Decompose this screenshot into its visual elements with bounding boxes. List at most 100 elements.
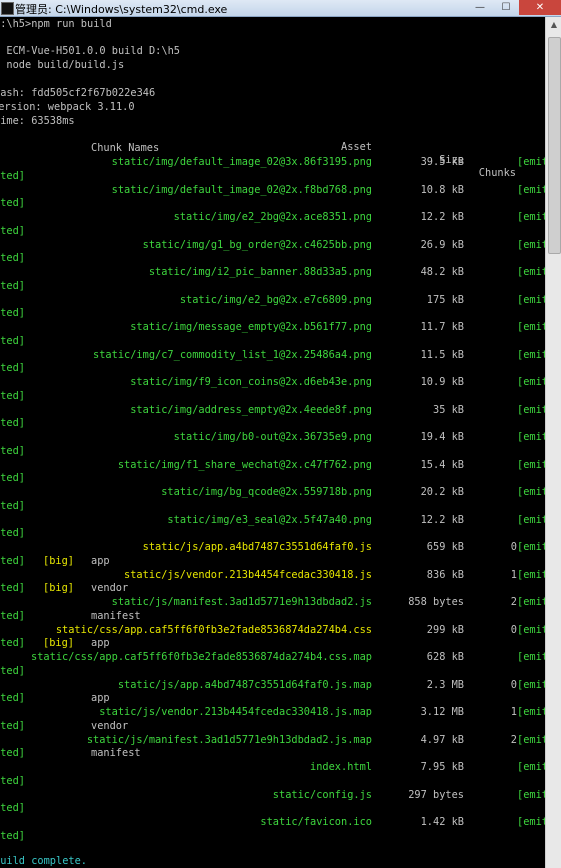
asset-name: static/img/default_image_02@3x.86f3195.p… [111, 156, 372, 168]
emitted-label: [emitted] [517, 211, 545, 223]
asset-size: 11.5 kB [420, 348, 464, 361]
big-flag: [big] [43, 582, 74, 594]
asset-row: static/js/app.a4bd7487c3551d64faf0.js.ma… [0, 679, 545, 692]
header-asset: Asset [341, 141, 372, 153]
emitted-label: [emitted] [517, 321, 545, 333]
asset-name: static/js/vendor.213b4454fcedac330418.js… [99, 706, 372, 718]
chunk-name: vendor [91, 719, 129, 732]
asset-size: 10.8 kB [420, 183, 464, 196]
console-output[interactable]: D:\h5>npm run build > ECM-Vue-H501.0.0 b… [0, 17, 545, 868]
asset-size: 10.9 kB [420, 376, 464, 388]
emitted-tail: tted] [0, 637, 25, 649]
asset-name: static/img/bg_qcode@2x.559718b.png [161, 486, 372, 498]
emitted-tail: tted] [0, 279, 25, 292]
asset-row-continuation: tted] [big] app [0, 637, 545, 650]
table-header: Asset Size Chunks [0, 128, 545, 179]
asset-name: static/img/b0-out@2x.36735e9.png [173, 431, 372, 443]
chunk-name: app [91, 692, 110, 704]
asset-row: static/img/bg_qcode@2x.559718b.png 20.2 k… [0, 486, 545, 499]
asset-size: 2.3 MB [426, 678, 464, 691]
asset-row: static/css/app.caf5ff6f0fb3e2fade8536874… [0, 624, 545, 637]
asset-row-continuation: tted] [0, 472, 545, 485]
asset-size: 11.7 kB [420, 321, 464, 333]
asset-row: static/js/manifest.3ad1d5771e9h13dbdad2.… [0, 734, 545, 747]
asset-size: 1.42 kB [420, 816, 464, 828]
emitted-tail: tted] [0, 334, 25, 347]
emitted-tail: tted] [0, 444, 25, 457]
emitted-label: [emitted] [517, 541, 545, 553]
emitted-tail: tted] [0, 224, 25, 237]
emitted-label: [emitted] [517, 266, 545, 278]
emitted-tail: tted] [0, 417, 25, 429]
asset-row-continuation: tted] [0, 362, 545, 375]
asset-name: static/img/address_empty@2x.4eede8f.png [130, 403, 372, 416]
close-button[interactable]: ✕ [519, 0, 561, 15]
scrollbar-thumb[interactable] [548, 37, 561, 254]
script-line: > ECM-Vue-H501.0.0 build D:\h5 [0, 45, 180, 57]
asset-row-continuation: tted] vendor [0, 720, 545, 733]
asset-row-continuation: tted] [0, 252, 545, 265]
asset-size: 3.12 MB [420, 706, 464, 718]
emitted-label: [emitted] [517, 568, 545, 581]
asset-row: static/img/e2_bg@2x.e7c6809.png 175 kB [em… [0, 294, 545, 307]
asset-size: 35 kB [433, 403, 464, 416]
emitted-tail: tted] [0, 609, 25, 622]
asset-row: static/js/manifest.3ad1d5771e9h13dbdad2.… [0, 596, 545, 609]
asset-row: static/img/e3_seal@2x.5f47a40.png 12.2 kB… [0, 514, 545, 527]
asset-name: static/img/e3_seal@2x.5f47a40.png [167, 513, 372, 526]
emitted-tail: tted] [0, 554, 25, 567]
scroll-up-arrow-icon[interactable]: ▲ [546, 17, 561, 33]
big-flag: [big] [43, 637, 74, 649]
asset-row: static/img/e2_2bg@2x.ace8351.png 12.2 kB [… [0, 211, 545, 224]
asset-row-continuation: tted] [0, 197, 545, 210]
emitted-label: [emitted] [517, 183, 545, 196]
emitted-label: [emitted] [517, 376, 545, 388]
webpack-version: Version: webpack 3.11.0 [0, 101, 135, 113]
asset-name: static/img/c7_commodity_list_1@2x.25486a… [93, 348, 372, 361]
asset-size: 858 bytes [408, 596, 464, 608]
emitted-label: [emitted] [517, 431, 545, 443]
command-line: D:\h5>npm run build [0, 18, 112, 30]
asset-size: 48.2 kB [420, 266, 464, 278]
asset-row: static/config.js 297 bytes [emitted] [0, 789, 545, 802]
emitted-tail: tted] [0, 582, 25, 594]
asset-row-continuation: tted] [0, 307, 545, 320]
minimize-button[interactable]: — [467, 0, 493, 15]
emitted-tail: tted] [0, 719, 25, 732]
asset-size: 7.95 kB [420, 761, 464, 773]
asset-row-continuation: tted] [0, 527, 545, 540]
asset-size: 20.2 kB [420, 486, 464, 498]
emitted-tail: tted] [0, 499, 25, 512]
asset-size: 15.4 kB [420, 458, 464, 471]
asset-row: static/img/default_image_02@2x.f8bd768.p… [0, 184, 545, 197]
emitted-tail: tted] [0, 774, 25, 787]
emitted-label: [emitted] [517, 403, 545, 416]
cmd-app-icon [1, 2, 14, 15]
asset-row: static/img/c7_commodity_list_1@2x.25486a… [0, 349, 545, 362]
emitted-label: [emitted] [517, 596, 545, 608]
script-line: > node build/build.js [0, 59, 125, 71]
maximize-button[interactable]: ☐ [493, 0, 519, 15]
emitted-label: [emitted] [517, 458, 545, 471]
asset-size: 659 kB [426, 541, 464, 553]
emitted-label: [emitted] [517, 293, 545, 306]
asset-row-continuation: tted] [0, 417, 545, 430]
emitted-label: [emitted] [517, 513, 545, 526]
asset-row: index.html 7.95 kB [emitted] [0, 761, 545, 774]
asset-size: 628 kB [426, 651, 464, 663]
emitted-label: [emitted] [517, 623, 545, 636]
window-titlebar[interactable]: 管理员: C:\Windows\system32\cmd.exe — ☐ ✕ [0, 0, 561, 17]
asset-name: static/config.js [272, 788, 372, 801]
asset-name: static/img/g1_bg_order@2x.c4625bb.png [142, 238, 372, 251]
asset-row: static/img/default_image_02@3x.86f3195.p… [0, 156, 545, 169]
asset-row: static/js/app.a4bd7487c3551d64faf0.js 659… [0, 541, 545, 554]
asset-name: static/js/app.a4bd7487c3551d64faf0.js [142, 541, 372, 553]
emitted-label: [emitted] [517, 706, 545, 718]
emitted-tail: tted] [0, 692, 25, 704]
chunk-name: app [91, 554, 110, 567]
asset-row: static/img/g1_bg_order@2x.c4625bb.png 26.… [0, 239, 545, 252]
asset-row: static/js/vendor.213b4454fcedac330418.js… [0, 706, 545, 719]
vertical-scrollbar[interactable]: ▲ [545, 17, 561, 868]
asset-row: static/favicon.ico 1.42 kB [emitted] [0, 816, 545, 829]
emitted-tail: tted] [0, 472, 25, 484]
